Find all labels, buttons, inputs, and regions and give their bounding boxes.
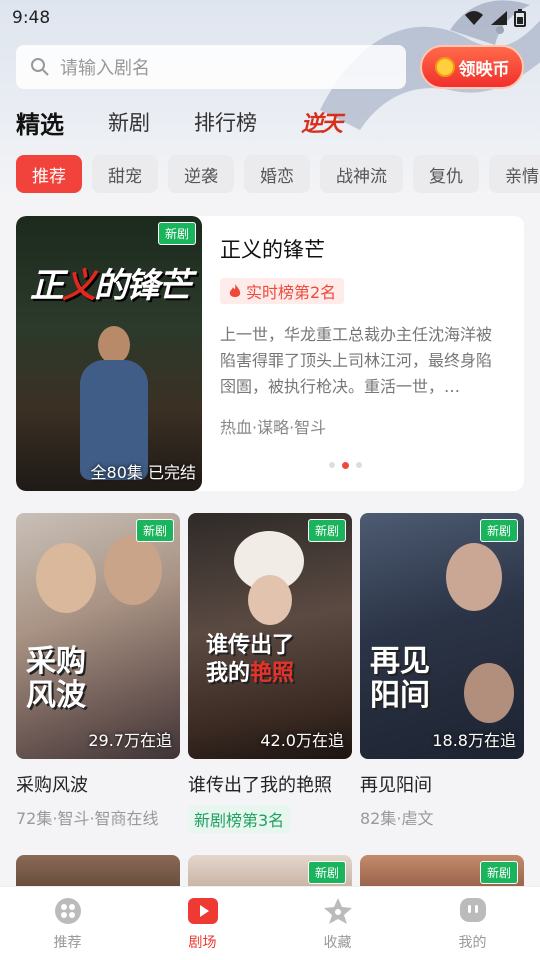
carousel-dot-active bbox=[342, 462, 349, 469]
nav-theater[interactable]: 剧场 bbox=[153, 896, 253, 952]
new-badge: 新剧 bbox=[157, 222, 196, 245]
chip-family[interactable]: 亲情 bbox=[489, 155, 540, 193]
coin-icon bbox=[434, 57, 455, 77]
new-badge: 新剧 bbox=[479, 861, 518, 884]
poster-title-art: 采购 风波 bbox=[26, 644, 86, 713]
carousel-dot bbox=[356, 462, 362, 468]
play-icon bbox=[187, 896, 218, 926]
drama-grid: 采购 风波 新剧 29.7万在追 采购风波 72集·智斗·智商在线 谁传出了 我的艳… bbox=[16, 513, 524, 833]
drama-title: 谁传出了我的艳照 bbox=[188, 775, 332, 796]
poster-title-art: 谁传出了 我的艳照 bbox=[206, 632, 295, 686]
tab-ranking[interactable]: 排行榜 bbox=[194, 107, 257, 137]
nav-label: 剧场 bbox=[188, 934, 217, 951]
nav-label: 收藏 bbox=[323, 934, 352, 951]
category-chips: 推荐 甜宠 逆袭 婚恋 战神流 复仇 亲情 bbox=[16, 155, 540, 193]
rank-tag: 新剧榜第3名 bbox=[188, 805, 291, 833]
star-icon bbox=[323, 896, 353, 926]
nav-label: 推荐 bbox=[53, 934, 82, 951]
chip-war-god[interactable]: 战神流 bbox=[320, 155, 403, 193]
drama-title: 采购风波 bbox=[16, 775, 88, 796]
drama-poster[interactable]: 谁传出了 我的艳照 新剧 42.0万在追 bbox=[188, 513, 352, 759]
chip-sweet[interactable]: 甜宠 bbox=[92, 155, 158, 193]
search-placeholder: 请输入剧名 bbox=[60, 58, 150, 79]
view-count: 42.0万在追 bbox=[260, 731, 344, 750]
nav-profile[interactable]: 我的 bbox=[423, 896, 523, 952]
rank-tag: 实时榜第2名 bbox=[220, 278, 345, 304]
featured-description: 上一世，华龙重工总裁办主任沈海洋被陷害得罪了顶头上司林江河，最终身陷囹圄，被执行… bbox=[220, 325, 493, 396]
nav-label: 我的 bbox=[458, 934, 487, 951]
profile-icon bbox=[458, 896, 488, 926]
search-row: 请输入剧名 领映币 bbox=[16, 44, 524, 90]
featured-info: 正义的锋芒 实时榜第2名 上一世，华龙重工总裁办主任沈海洋被陷害得罪了顶头上司林… bbox=[202, 216, 524, 491]
new-badge: 新剧 bbox=[135, 519, 174, 542]
rank-label: 实时榜第2名 bbox=[246, 283, 337, 302]
poster-title-art: 再见 阳间 bbox=[370, 644, 430, 713]
chip-romance[interactable]: 婚恋 bbox=[244, 155, 310, 193]
nav-recommend[interactable]: 推荐 bbox=[18, 896, 118, 952]
drama-card[interactable]: 采购 风波 新剧 29.7万在追 采购风波 72集·智斗·智商在线 bbox=[16, 513, 180, 833]
drama-poster[interactable]: 采购 风波 新剧 29.7万在追 bbox=[16, 513, 180, 759]
drama-meta: 82集·虐文 bbox=[360, 809, 434, 828]
drama-meta: 72集·智斗·智商在线 bbox=[16, 809, 159, 828]
featured-genres: 热血·谋略·智斗 bbox=[220, 418, 327, 437]
view-count: 18.8万在追 bbox=[432, 731, 516, 750]
featured-poster[interactable]: 正义的锋芒 新剧 全80集 已完结 bbox=[16, 216, 202, 491]
poster-face bbox=[248, 575, 292, 625]
claim-coins-label: 领映币 bbox=[458, 59, 510, 80]
new-badge: 新剧 bbox=[307, 519, 346, 542]
featured-drama-card[interactable]: 正义的锋芒 新剧 全80集 已完结 正义的锋芒 实时榜第2名 上一世，华龙重工总… bbox=[16, 216, 524, 491]
new-badge: 新剧 bbox=[479, 519, 518, 542]
poster-title-art: 正义的锋芒 bbox=[30, 266, 192, 306]
view-count: 29.7万在追 bbox=[88, 731, 172, 750]
claim-coins-button[interactable]: 领映币 bbox=[420, 45, 524, 89]
episode-count: 全80集 已完结 bbox=[90, 463, 196, 482]
wifi-icon bbox=[465, 11, 483, 25]
featured-title: 正义的锋芒 bbox=[220, 238, 325, 262]
flame-icon bbox=[229, 284, 241, 297]
status-icons bbox=[464, 9, 526, 27]
bottom-nav: 推荐 剧场 收藏 我的 bbox=[0, 886, 540, 960]
signal-icon bbox=[491, 11, 507, 25]
search-icon bbox=[31, 58, 49, 76]
search-input[interactable]: 请输入剧名 bbox=[16, 45, 406, 89]
top-tabs: 精选 新剧 排行榜 逆天 bbox=[16, 100, 385, 145]
drama-card[interactable]: 谁传出了 我的艳照 新剧 42.0万在追 谁传出了我的艳照 新剧榜第3名 bbox=[188, 513, 352, 833]
drama-card[interactable]: 再见 阳间 新剧 18.8万在追 再见阳间 82集·虐文 bbox=[360, 513, 524, 833]
poster-face bbox=[464, 663, 514, 723]
new-badge: 新剧 bbox=[307, 861, 346, 884]
tab-nitian[interactable]: 逆天 bbox=[301, 106, 343, 138]
status-time: 9:48 bbox=[12, 8, 51, 28]
poster-face bbox=[446, 543, 502, 611]
chip-recommend[interactable]: 推荐 bbox=[16, 155, 82, 193]
chip-revenge[interactable]: 复仇 bbox=[413, 155, 479, 193]
drama-poster[interactable]: 再见 阳间 新剧 18.8万在追 bbox=[360, 513, 524, 759]
carousel-dot bbox=[329, 462, 335, 468]
film-reel-icon bbox=[53, 896, 83, 926]
nav-favorites[interactable]: 收藏 bbox=[288, 896, 388, 952]
tab-new[interactable]: 新剧 bbox=[108, 107, 150, 137]
tab-featured[interactable]: 精选 bbox=[16, 105, 98, 145]
status-bar: 9:48 bbox=[0, 0, 540, 36]
carousel-indicator bbox=[329, 462, 362, 469]
battery-icon bbox=[514, 9, 526, 27]
drama-title: 再见阳间 bbox=[360, 775, 432, 796]
poster-face bbox=[104, 535, 162, 605]
chip-comeback[interactable]: 逆袭 bbox=[168, 155, 234, 193]
poster-face bbox=[36, 543, 96, 613]
